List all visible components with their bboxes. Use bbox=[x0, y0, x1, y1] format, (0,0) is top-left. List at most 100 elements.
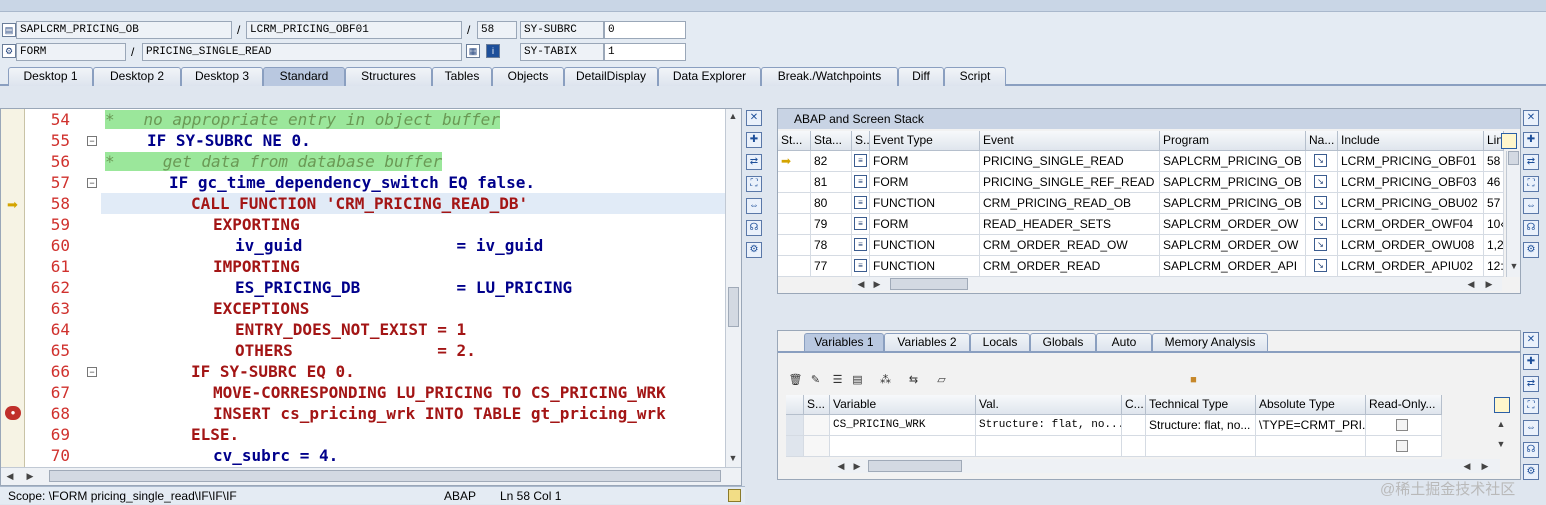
tab-variables-2[interactable]: Variables 2 bbox=[884, 333, 970, 351]
hierarchy-icon[interactable]: ⁂ bbox=[878, 373, 893, 388]
column-header[interactable]: Variable bbox=[830, 395, 976, 415]
breakpoint-gutter[interactable]: ➡ ● bbox=[1, 109, 25, 467]
scroll-right-icon[interactable]: ▶ bbox=[870, 277, 884, 291]
maximize-icon[interactable]: ⛶ bbox=[1523, 398, 1539, 414]
scroll-right-icon[interactable]: ▶ bbox=[23, 469, 37, 483]
column-header[interactable]: Program bbox=[1160, 131, 1306, 151]
info-icon[interactable]: i bbox=[486, 44, 500, 58]
navigate-icon[interactable]: ↘ bbox=[1314, 217, 1327, 230]
fold-toggle[interactable]: − bbox=[87, 367, 97, 377]
scroll-up-icon[interactable]: ▲ bbox=[1494, 417, 1508, 431]
include-name[interactable]: LCRM_ORDER_OWF04 bbox=[1338, 214, 1484, 235]
navigate-icon[interactable]: ↘ bbox=[1314, 238, 1327, 251]
column-header[interactable]: Technical Type bbox=[1146, 395, 1256, 415]
line-number[interactable]: 58 bbox=[1484, 151, 1504, 172]
program-name[interactable]: SAPLCRM_ORDER_OW bbox=[1160, 235, 1306, 256]
new-tool-icon[interactable]: ✚ bbox=[746, 132, 762, 148]
scroll-left-icon[interactable]: ◀ bbox=[854, 277, 868, 291]
event-type[interactable]: FORM bbox=[870, 151, 980, 172]
row-selector[interactable] bbox=[786, 415, 804, 436]
settings-icon[interactable]: ⚙ bbox=[746, 242, 762, 258]
tab-data-explorer[interactable]: Data Explorer bbox=[658, 67, 761, 86]
service-icon[interactable]: ☊ bbox=[1523, 220, 1539, 236]
column-header[interactable]: Sta... bbox=[811, 131, 852, 151]
scroll-thumb[interactable] bbox=[890, 278, 968, 290]
stack-level[interactable]: 81 bbox=[811, 172, 852, 193]
stack-horizontal-scrollbar[interactable]: ◀ ▶ ◀ ▶ bbox=[852, 277, 1502, 291]
scroll-left-icon[interactable]: ◀ bbox=[1464, 277, 1478, 291]
event-type[interactable]: FUNCTION bbox=[870, 193, 980, 214]
stack-level[interactable]: 79 bbox=[811, 214, 852, 235]
column-header[interactable]: Read-Only... bbox=[1366, 395, 1442, 415]
scroll-up-icon[interactable]: ▲ bbox=[726, 109, 740, 123]
layout-icon[interactable] bbox=[1501, 133, 1517, 149]
tab-locals[interactable]: Locals bbox=[970, 333, 1030, 351]
line-number[interactable]: 12: bbox=[1484, 256, 1504, 277]
absolute-type[interactable]: \TYPE=CRMT_PRI... bbox=[1256, 415, 1366, 436]
scroll-thumb[interactable] bbox=[49, 470, 721, 482]
settings-icon[interactable]: ⚙ bbox=[1523, 464, 1539, 480]
program-name[interactable]: SAPLCRM_PRICING_OB bbox=[1160, 193, 1306, 214]
tab-standard[interactable]: Standard bbox=[263, 67, 345, 86]
event-name[interactable]: CRM_PRICING_READ_OB bbox=[980, 193, 1160, 214]
scroll-right-icon[interactable]: ▶ bbox=[1482, 277, 1496, 291]
include-name[interactable]: LCRM_ORDER_APIU02 bbox=[1338, 256, 1484, 277]
column-header[interactable]: Event Type bbox=[870, 131, 980, 151]
read-only-checkbox[interactable] bbox=[1396, 440, 1408, 452]
program-name[interactable]: SAPLCRM_PRICING_OB bbox=[1160, 151, 1306, 172]
navigate-icon[interactable]: ↘ bbox=[1314, 154, 1327, 167]
tab-auto[interactable]: Auto bbox=[1096, 333, 1152, 351]
close-icon[interactable]: ✕ bbox=[1523, 110, 1539, 126]
replace-tool-icon[interactable]: ⇄ bbox=[1523, 376, 1539, 392]
include-name[interactable]: LCRM_ORDER_OWU08 bbox=[1338, 235, 1484, 256]
program-field[interactable]: SAPLCRM_PRICING_OB bbox=[16, 21, 232, 39]
delete-icon[interactable]: 🗑 bbox=[788, 373, 803, 388]
event-type[interactable]: FUNCTION bbox=[870, 256, 980, 277]
list-icon[interactable]: ☰ bbox=[830, 373, 845, 388]
layout-icon[interactable] bbox=[1494, 397, 1510, 413]
scroll-thumb[interactable] bbox=[728, 287, 739, 327]
scroll-right-icon[interactable]: ▶ bbox=[850, 459, 864, 473]
stack-level[interactable]: 82 bbox=[811, 151, 852, 172]
event-name[interactable]: CRM_ORDER_READ bbox=[980, 256, 1160, 277]
event-type[interactable]: FORM bbox=[870, 214, 980, 235]
display-icon[interactable]: ▦ bbox=[466, 44, 480, 58]
nav-cell[interactable]: ↘ bbox=[1306, 214, 1338, 235]
swap-icon[interactable]: ⇔ bbox=[746, 198, 762, 214]
event-field[interactable]: PRICING_SINGLE_READ bbox=[142, 43, 462, 61]
column-header[interactable]: Include bbox=[1338, 131, 1484, 151]
subrc-value[interactable]: 0 bbox=[604, 21, 686, 39]
tab-desktop-3[interactable]: Desktop 3 bbox=[181, 67, 263, 86]
column-header[interactable]: S.. bbox=[852, 131, 870, 151]
scroll-left-icon[interactable]: ◀ bbox=[834, 459, 848, 473]
service-icon[interactable]: ☊ bbox=[746, 220, 762, 236]
column-header[interactable]: Val. bbox=[976, 395, 1122, 415]
event-name[interactable]: READ_HEADER_SETS bbox=[980, 214, 1160, 235]
stack-level[interactable]: 77 bbox=[811, 256, 852, 277]
display-icon[interactable]: ▱ bbox=[934, 373, 949, 388]
vars-horizontal-scrollbar[interactable]: ◀ ▶ ◀ ▶ bbox=[830, 459, 1500, 473]
fold-toggle[interactable]: − bbox=[87, 136, 97, 146]
scroll-down-icon[interactable]: ▼ bbox=[1507, 259, 1521, 273]
event-name[interactable]: CRM_ORDER_READ_OW bbox=[980, 235, 1160, 256]
column-header[interactable]: S... bbox=[804, 395, 830, 415]
program-name[interactable]: SAPLCRM_ORDER_OW bbox=[1160, 214, 1306, 235]
tab-desktop-2[interactable]: Desktop 2 bbox=[93, 67, 181, 86]
scroll-thumb[interactable] bbox=[868, 460, 962, 472]
stack-level[interactable]: 78 bbox=[811, 235, 852, 256]
scroll-left-icon[interactable]: ◀ bbox=[1460, 459, 1474, 473]
tab-desktop-1[interactable]: Desktop 1 bbox=[8, 67, 93, 86]
stack-vertical-scrollbar[interactable]: ▼ bbox=[1506, 151, 1520, 277]
variable-value[interactable]: Structure: flat, no... bbox=[976, 415, 1122, 436]
program-name[interactable]: SAPLCRM_PRICING_OB bbox=[1160, 172, 1306, 193]
close-icon[interactable]: ✕ bbox=[746, 110, 762, 126]
close-icon[interactable]: ✕ bbox=[1523, 332, 1539, 348]
event-name[interactable]: PRICING_SINGLE_READ bbox=[980, 151, 1160, 172]
save-list-icon[interactable]: ▤ bbox=[850, 373, 865, 388]
change-cell[interactable] bbox=[1122, 436, 1146, 457]
new-tool-icon[interactable]: ✚ bbox=[1523, 354, 1539, 370]
column-header[interactable]: Event bbox=[980, 131, 1160, 151]
navigate-icon[interactable]: ↘ bbox=[1314, 259, 1327, 272]
include-name[interactable]: LCRM_PRICING_OBF01 bbox=[1338, 151, 1484, 172]
variable-value-empty[interactable] bbox=[976, 436, 1122, 457]
